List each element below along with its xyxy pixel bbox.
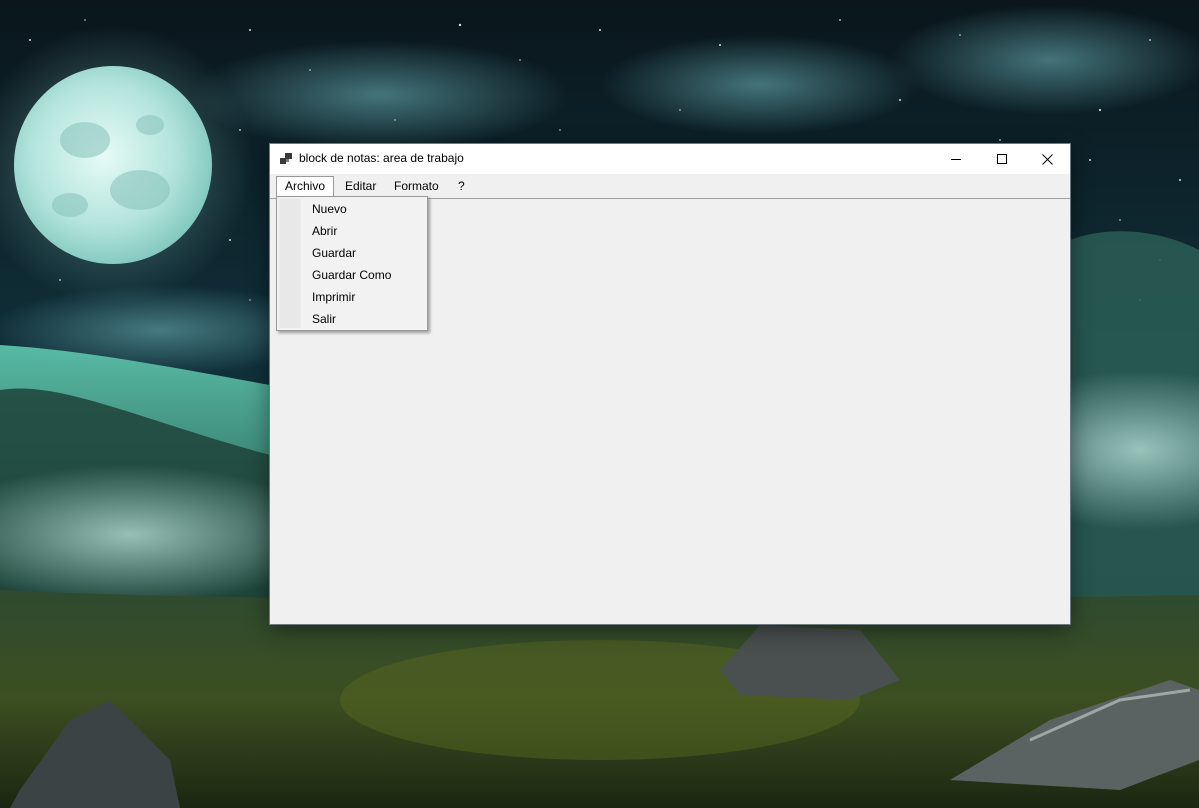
menu-item-abrir[interactable]: Abrir bbox=[279, 220, 425, 242]
title-bar[interactable]: block de notas: area de trabajo bbox=[270, 144, 1070, 174]
menu-item-nuevo[interactable]: Nuevo bbox=[279, 198, 425, 220]
close-button[interactable] bbox=[1024, 144, 1070, 174]
menu-item-guardar[interactable]: Guardar bbox=[279, 242, 425, 264]
menu-item-imprimir[interactable]: Imprimir bbox=[279, 286, 425, 308]
menu-archivo[interactable]: Archivo bbox=[276, 176, 335, 196]
menu-item-guardar-como[interactable]: Guardar Como bbox=[279, 264, 425, 286]
notepad-window: block de notas: area de trabajo Archivo bbox=[270, 144, 1070, 624]
archivo-dropdown-menu: Nuevo Abrir Guardar Guardar Como Imprimi… bbox=[276, 196, 428, 331]
menu-help[interactable]: ? bbox=[450, 176, 473, 196]
app-window-icon bbox=[280, 153, 292, 164]
maximize-button[interactable] bbox=[979, 144, 1025, 174]
window-title: block de notas: area de trabajo bbox=[299, 151, 464, 165]
menu-formato[interactable]: Formato bbox=[386, 176, 447, 196]
desktop: block de notas: area de trabajo Archivo bbox=[0, 0, 1199, 808]
close-icon bbox=[1041, 153, 1053, 165]
minimize-icon bbox=[951, 159, 961, 160]
maximize-icon bbox=[997, 154, 1007, 164]
menu-item-salir[interactable]: Salir bbox=[279, 308, 425, 330]
menu-bar: Archivo Editar Formato ? bbox=[270, 174, 1070, 198]
menu-editar[interactable]: Editar bbox=[337, 176, 384, 196]
minimize-button[interactable] bbox=[933, 144, 979, 174]
